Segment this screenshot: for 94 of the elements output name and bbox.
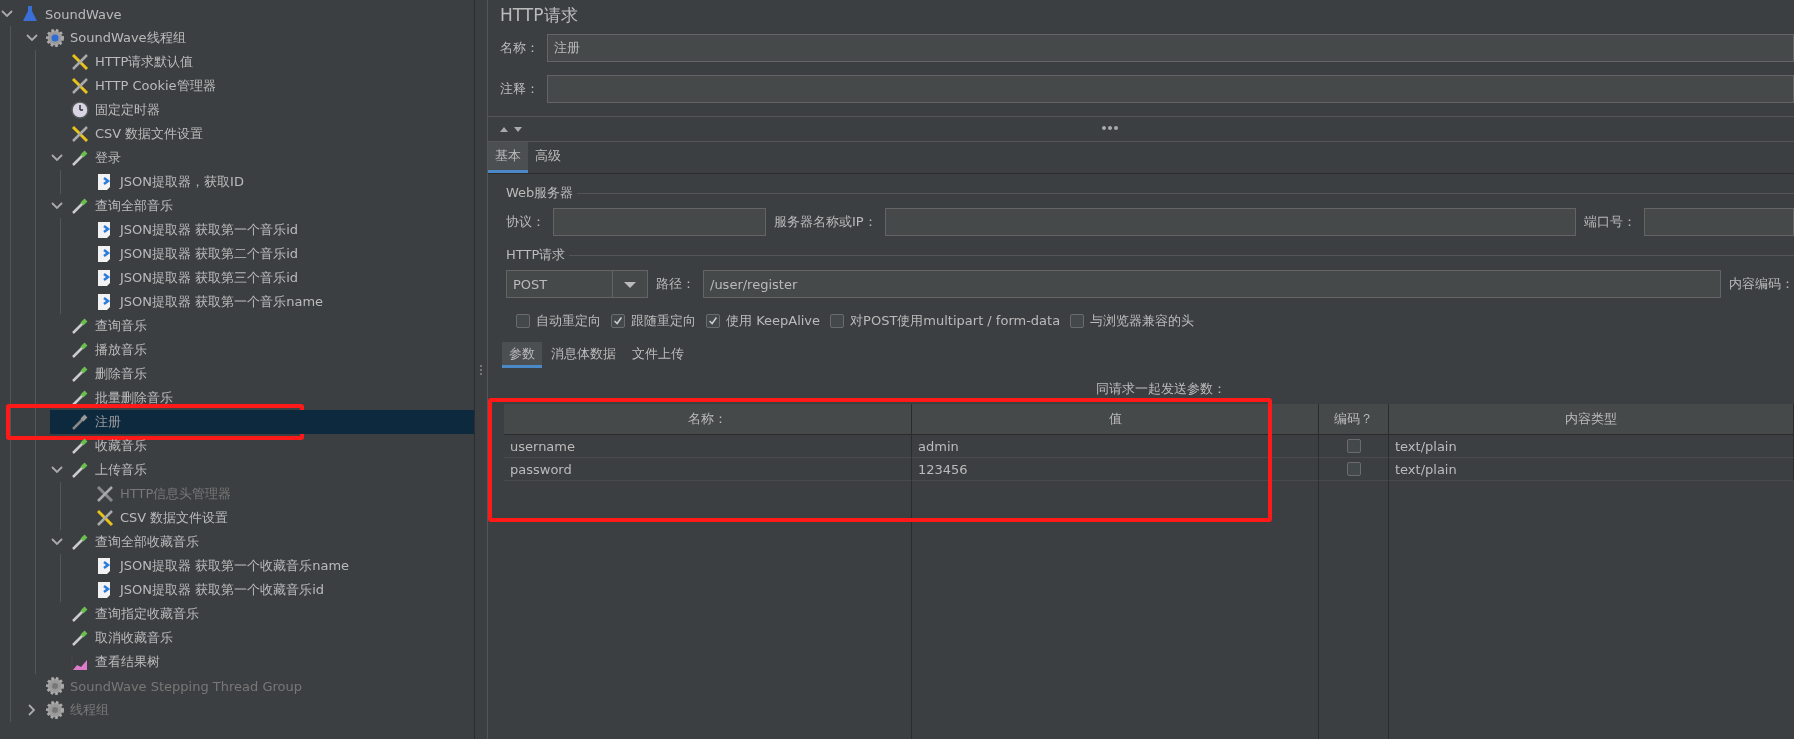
pipette-icon [70, 148, 90, 168]
tools-icon [95, 484, 115, 504]
tab[interactable]: 基本 [488, 142, 528, 173]
chart-icon [70, 652, 90, 672]
tab[interactable]: 高级 [528, 142, 568, 173]
tree-item[interactable]: JSON提取器 获取第三个音乐id [75, 266, 474, 290]
panel-title: HTTP请求 [499, 4, 579, 27]
field-label: 路径： [656, 275, 695, 293]
tree-item[interactable]: JSON提取器，获取ID [75, 170, 474, 194]
tree-item[interactable]: 查询音乐 [50, 314, 474, 338]
pipette-icon [70, 532, 90, 552]
table-cell: text/plain [1389, 458, 1794, 481]
tree-item[interactable]: HTTP Cookie管理器 [50, 74, 474, 98]
tree-item[interactable]: JSON提取器 获取第一个收藏音乐name [75, 554, 474, 578]
gear-icon [45, 28, 65, 48]
tools-icon [70, 76, 90, 96]
checkbox-label: 跟随重定向 [631, 312, 696, 330]
flask-icon [20, 4, 40, 24]
checkbox[interactable] [1346, 439, 1361, 453]
table-cell: admin [912, 435, 1319, 458]
splitter-grip-icon[interactable] [1101, 125, 1119, 131]
tree-item[interactable]: CSV 数据文件设置 [75, 506, 474, 530]
checkbox-label: 对POST使用multipart / form-data [850, 312, 1061, 330]
clock-icon [70, 100, 90, 120]
checkbox[interactable] [706, 314, 720, 328]
checkbox[interactable] [516, 314, 530, 328]
tree-item[interactable]: 收藏音乐 [50, 434, 474, 458]
checkbox[interactable] [1070, 314, 1085, 328]
tree-item[interactable]: 查询全部收藏音乐 [50, 530, 474, 554]
comment-field[interactable] [547, 75, 1794, 103]
group-legend: Web服务器 [506, 184, 574, 202]
tree-item[interactable]: JSON提取器 获取第一个音乐name [75, 290, 474, 314]
table-caption: 同请求一起发送参数： [1095, 380, 1227, 398]
name-field[interactable]: 注册 [547, 34, 1794, 62]
checkbox[interactable] [611, 314, 625, 328]
tree-item[interactable]: SoundWave线程组 [25, 26, 474, 50]
table-cell: username [504, 435, 912, 458]
tools-icon [70, 124, 90, 144]
pipette-icon [70, 460, 90, 480]
pipette-icon [70, 364, 90, 384]
pipette-icon [70, 436, 90, 456]
tab[interactable]: 消息体数据 [544, 342, 623, 368]
tree-item[interactable]: 登录 [50, 146, 474, 170]
tree-item[interactable]: HTTP请求默认值 [50, 50, 474, 74]
tree-item[interactable]: 删除音乐 [50, 362, 474, 386]
path-field[interactable]: /user/register [703, 270, 1721, 298]
tab[interactable]: 文件上传 [625, 342, 691, 368]
tab[interactable]: 参数 [502, 342, 542, 368]
port-field[interactable] [1644, 208, 1794, 236]
table-cell: password [504, 458, 912, 481]
column-header[interactable]: 内容类型 [1389, 404, 1794, 435]
table-cell: text/plain [1389, 435, 1794, 458]
tree-item[interactable]: 查看结果树 [50, 650, 474, 674]
tree-item[interactable]: JSON提取器 获取第一个收藏音乐id [75, 578, 474, 602]
tools-icon [95, 508, 115, 528]
pipette-icon [70, 196, 90, 216]
field-label: 注释： [500, 80, 539, 98]
field-label: 协议： [506, 213, 545, 231]
pipette-icon [70, 340, 90, 360]
tools-icon [70, 52, 90, 72]
checkbox[interactable] [830, 314, 845, 328]
field-label: 内容编码： [1729, 275, 1794, 293]
checkbox-label: 与浏览器兼容的头 [1090, 312, 1195, 330]
method-dropdown[interactable]: POST [506, 270, 648, 298]
tree-item[interactable]: SoundWave [0, 2, 474, 26]
tree-item[interactable]: CSV 数据文件设置 [50, 122, 474, 146]
tree-item[interactable]: 播放音乐 [50, 338, 474, 362]
tree-item[interactable]: 固定定时器 [50, 98, 474, 122]
field-label: 名称： [500, 39, 539, 57]
gear-icon [45, 676, 65, 696]
gear-icon [45, 700, 65, 720]
server-field[interactable] [884, 208, 1576, 236]
group-legend: HTTP请求 [506, 246, 566, 264]
checkbox-label: 自动重定向 [536, 312, 601, 330]
tree-item[interactable]: 查询全部音乐 [50, 194, 474, 218]
table-cell: 123456 [912, 458, 1319, 481]
tree-item[interactable]: 上传音乐 [50, 458, 474, 482]
tree-item[interactable]: 取消收藏音乐 [50, 626, 474, 650]
column-header[interactable]: 名称： [504, 404, 912, 435]
checkbox-label: 使用 KeepAlive [726, 312, 821, 330]
protocol-field[interactable] [553, 208, 766, 236]
tree-item[interactable]: JSON提取器 获取第二个音乐id [75, 242, 474, 266]
column-header[interactable]: 编码？ [1319, 404, 1389, 435]
tree-item[interactable]: JSON提取器 获取第一个音乐id [75, 218, 474, 242]
pipette-icon [70, 604, 90, 624]
field-label: 服务器名称或IP： [774, 213, 877, 231]
pipette-icon [70, 628, 90, 648]
tree-item[interactable]: 查询指定收藏音乐 [50, 602, 474, 626]
column-header[interactable]: 值 [912, 404, 1319, 435]
pipette-icon [70, 412, 90, 432]
field-label: 端口号： [1584, 213, 1636, 231]
checkbox[interactable] [1346, 462, 1361, 476]
tree-item[interactable]: 批量删除音乐 [50, 386, 474, 410]
pipette-icon [70, 316, 90, 336]
